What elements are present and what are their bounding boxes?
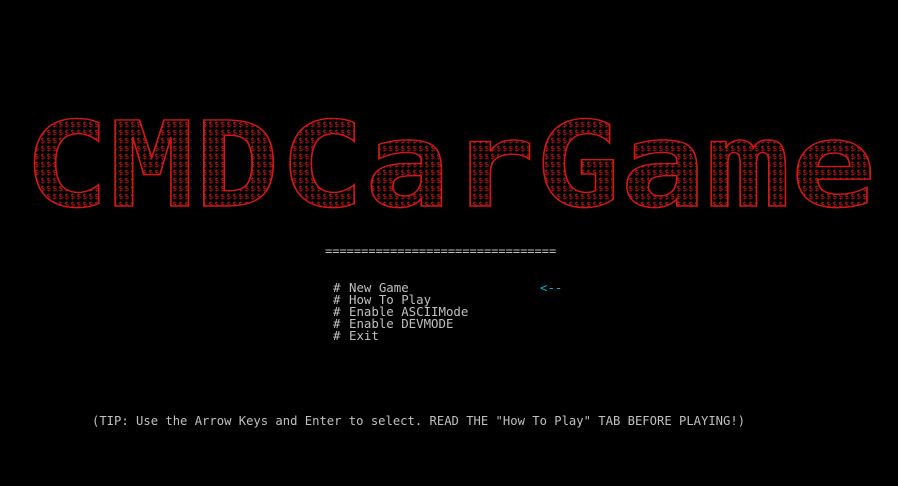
game-title-ascii-art: $ CMDCarGame xyxy=(22,112,878,216)
menu-selection-arrow: <-- xyxy=(540,280,563,295)
menu-item-label: Exit xyxy=(349,328,379,343)
title-art-text: CMDCarGame xyxy=(24,112,876,216)
tip-text: (TIP: Use the Arrow Keys and Enter to se… xyxy=(92,414,746,428)
main-menu: # New Game # How To Play # Enable ASCIIM… xyxy=(333,281,468,343)
menu-item-exit[interactable]: # Exit xyxy=(333,328,468,343)
menu-separator: ================================ xyxy=(325,244,557,258)
menu-item-marker: # xyxy=(333,328,341,343)
